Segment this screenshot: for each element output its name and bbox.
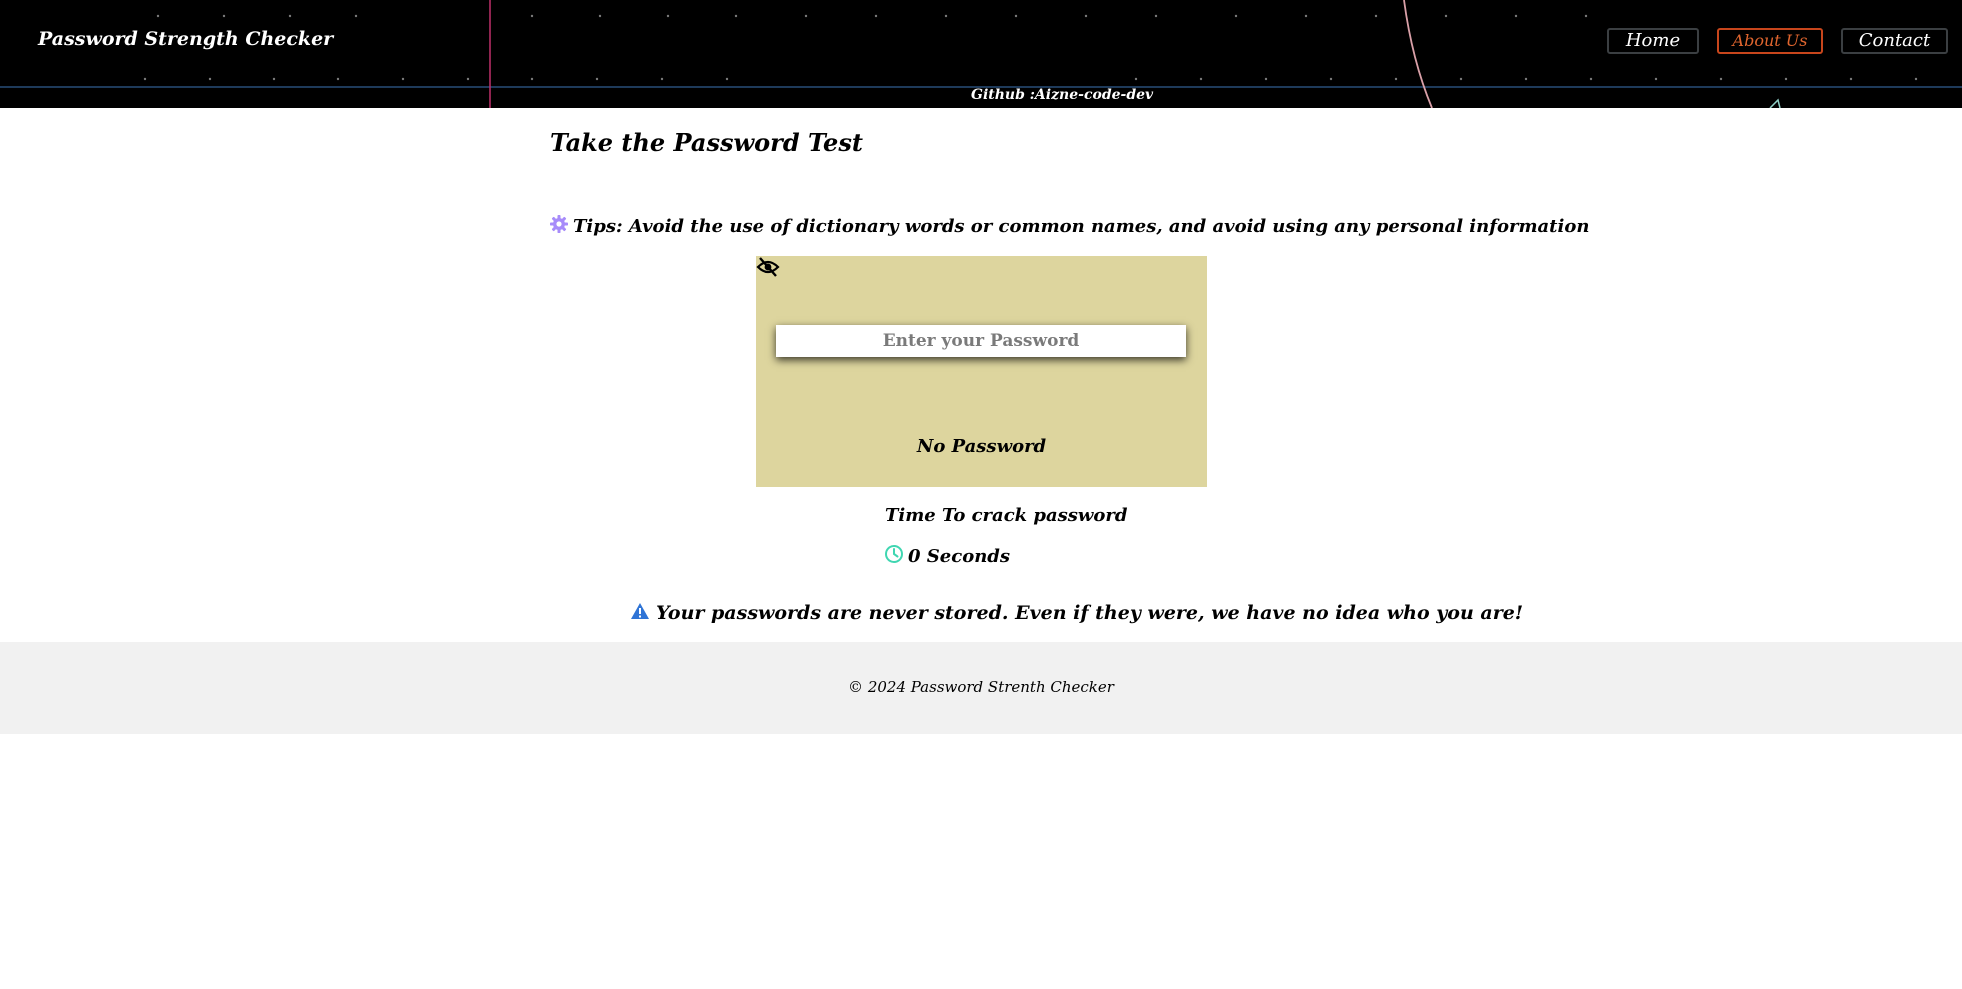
crack-time-row: 0 Seconds (884, 544, 1010, 568)
privacy-notice: Your passwords are never stored. Even if… (630, 602, 1523, 624)
crack-time-value: 0 Seconds (908, 545, 1011, 567)
password-test-box: No Password (756, 256, 1207, 487)
site-footer: © 2024 Password Strenth Checker (0, 642, 1962, 734)
crack-time-title: Time To crack password (885, 505, 1128, 526)
site-brand[interactable]: Password Strength Checker (38, 28, 333, 50)
page-title: Take the Password Test (550, 128, 863, 157)
site-header: Password Strength Checker Home About Us … (0, 0, 1962, 108)
footer-copyright: © 2024 Password Strenth Checker (848, 678, 1114, 696)
warning-icon (630, 602, 650, 624)
strength-label: No Password (916, 436, 1047, 457)
eye-slash-icon[interactable] (756, 256, 780, 278)
github-link[interactable]: Github :Aizne-code-dev (971, 87, 1153, 103)
nav-about-button[interactable]: About Us (1717, 28, 1823, 54)
nav-contact-button[interactable]: Contact (1841, 28, 1948, 54)
password-input[interactable] (776, 325, 1186, 357)
tips-line: Tips: Avoid the use of dictionary words … (549, 214, 1589, 238)
nav-home-button[interactable]: Home (1607, 28, 1699, 54)
privacy-notice-text: Your passwords are never stored. Even if… (656, 602, 1524, 624)
tips-text: Tips: Avoid the use of dictionary words … (573, 215, 1590, 237)
decorative-mark (1769, 98, 1781, 108)
gear-icon (549, 214, 569, 238)
decorative-curve (1403, 0, 1433, 108)
main-nav: Home About Us Contact (1607, 28, 1948, 54)
clock-icon (884, 544, 904, 568)
